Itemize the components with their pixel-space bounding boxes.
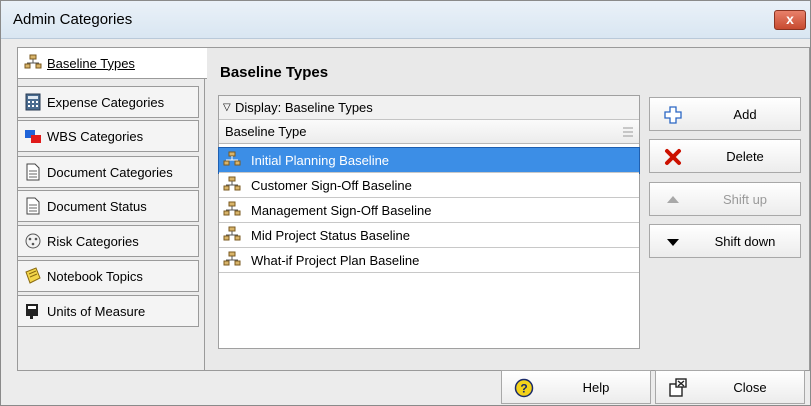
tab-units-of-measure[interactable]: Units of Measure	[17, 295, 199, 327]
table-row[interactable]: Management Sign-Off Baseline	[219, 198, 639, 223]
chevron-down-icon: ▽	[223, 102, 231, 113]
window-close-button[interactable]: x	[774, 10, 806, 30]
tab-label: Risk Categories	[47, 233, 139, 249]
help-label: Help	[582, 380, 610, 395]
baseline-icon	[223, 251, 241, 266]
risk-icon	[25, 233, 41, 249]
wbs-icon	[25, 130, 41, 143]
display-label: Display: Baseline Types	[235, 100, 373, 115]
table-row[interactable]: Mid Project Status Baseline	[219, 223, 639, 248]
svg-text:?: ?	[520, 382, 527, 396]
baseline-icon	[223, 226, 241, 241]
tab-label: WBS Categories	[47, 128, 144, 144]
tab-risk-categories[interactable]: Risk Categories	[17, 225, 199, 257]
triangle-up-icon	[667, 196, 679, 203]
document-icon	[26, 163, 40, 181]
title-bar: Admin Categories x	[1, 1, 810, 39]
column-menu-icon[interactable]	[623, 126, 633, 138]
close-label: Close	[733, 380, 767, 395]
display-filter[interactable]: ▽ Display: Baseline Types	[219, 96, 639, 120]
row-label: Management Sign-Off Baseline	[251, 202, 432, 218]
calculator-icon	[25, 93, 41, 111]
tab-label: Notebook Topics	[47, 268, 143, 284]
tab-document-status[interactable]: Document Status	[17, 190, 199, 222]
close-window-icon	[669, 378, 687, 397]
table-row[interactable]: Customer Sign-Off Baseline	[219, 173, 639, 198]
shift-down-label: Shift down	[714, 233, 776, 249]
admin-categories-window: Admin Categories x Baseline Types Expens…	[0, 0, 811, 406]
tab-label: Document Categories	[47, 164, 173, 180]
table-row[interactable]: Initial Planning Baseline	[218, 147, 640, 174]
notebook-icon	[25, 267, 41, 284]
baseline-icon	[223, 176, 241, 191]
row-label: Customer Sign-Off Baseline	[251, 177, 412, 193]
baseline-icon	[24, 54, 42, 69]
tab-label: Baseline Types	[47, 55, 135, 71]
tab-baseline-types[interactable]: Baseline Types	[17, 47, 207, 79]
column-header-label: Baseline Type	[225, 124, 307, 139]
baseline-icon	[223, 151, 241, 166]
help-icon: ?	[514, 378, 534, 398]
help-button[interactable]: ? Help	[501, 370, 651, 404]
tab-wbs-categories[interactable]: WBS Categories	[17, 120, 199, 152]
shift-up-button[interactable]: Shift up	[649, 182, 801, 216]
add-button[interactable]: Add	[649, 97, 801, 131]
column-header-baseline-type[interactable]: Baseline Type	[219, 120, 639, 144]
tab-document-categories[interactable]: Document Categories	[17, 156, 199, 188]
tab-label: Expense Categories	[47, 94, 165, 110]
tab-notebook-topics[interactable]: Notebook Topics	[17, 260, 199, 292]
window-title: Admin Categories	[13, 11, 133, 28]
tab-expense-categories[interactable]: Expense Categories	[17, 86, 199, 118]
row-label: Initial Planning Baseline	[251, 152, 390, 168]
delete-button[interactable]: Delete	[649, 139, 801, 173]
tab-label: Units of Measure	[47, 303, 146, 319]
baseline-types-grid: ▽ Display: Baseline Types Baseline Type …	[218, 95, 640, 349]
add-label: Add	[733, 106, 757, 122]
shift-down-button[interactable]: Shift down	[649, 224, 801, 258]
delete-x-icon	[665, 149, 681, 165]
delete-label: Delete	[726, 148, 764, 164]
shift-up-label: Shift up	[722, 191, 768, 207]
units-icon	[26, 304, 38, 319]
close-button[interactable]: Close	[655, 370, 805, 404]
document-icon	[26, 197, 40, 215]
baseline-icon	[223, 201, 241, 216]
section-title: Baseline Types	[220, 64, 329, 81]
add-icon	[664, 106, 682, 124]
row-label: What-if Project Plan Baseline	[251, 252, 420, 268]
table-row[interactable]: What-if Project Plan Baseline	[219, 248, 639, 273]
triangle-down-icon	[667, 239, 679, 246]
tab-label: Document Status	[47, 198, 147, 214]
row-label: Mid Project Status Baseline	[251, 227, 410, 243]
